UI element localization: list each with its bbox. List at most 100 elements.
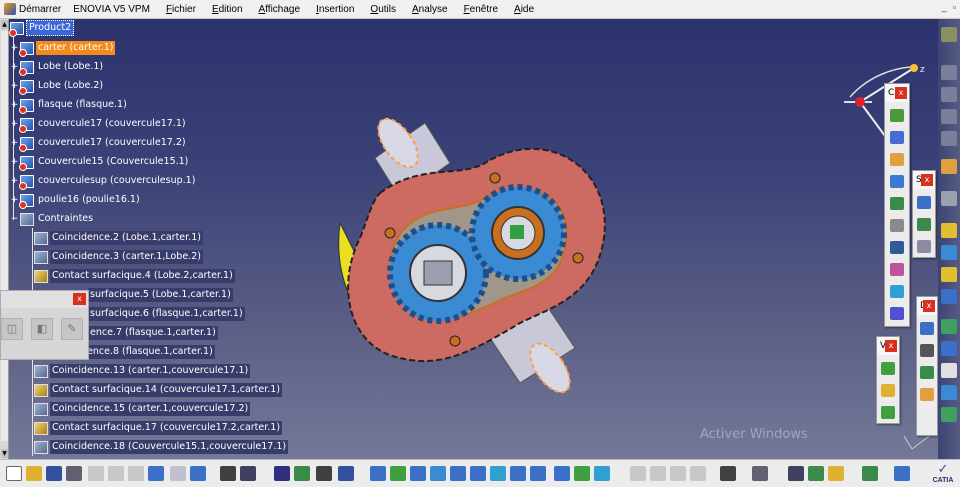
- tool-button[interactable]: [885, 194, 909, 213]
- tree-root-label[interactable]: Product2: [26, 20, 75, 36]
- tool-button[interactable]: [877, 381, 899, 400]
- tool-icon[interactable]: [941, 407, 957, 422]
- tool-icon[interactable]: [941, 341, 957, 356]
- tree-item-label[interactable]: surfacique.6 (flasque.1,carter.1): [88, 307, 245, 321]
- menu-outils[interactable]: Outils: [362, 0, 404, 19]
- tree-root[interactable]: Product2: [9, 20, 75, 37]
- tree-item-label[interactable]: ence.7 (flasque.1,carter.1): [88, 326, 218, 340]
- floating-toolbar[interactable]: x ◫ ◧ ✎: [0, 290, 89, 360]
- zoom-out-icon[interactable]: [470, 466, 486, 481]
- measure-icon[interactable]: [316, 466, 332, 481]
- tool-icon[interactable]: [650, 466, 666, 481]
- menu-enovia[interactable]: ENOVIA V5 VPM: [65, 0, 158, 19]
- tool-button[interactable]: [917, 385, 937, 404]
- tool-button[interactable]: [885, 128, 909, 147]
- zoom-in-icon[interactable]: [450, 466, 466, 481]
- tree-item-label[interactable]: couverculesup (couverculesup.1): [36, 174, 197, 188]
- menu-fenetre[interactable]: Fenêtre: [456, 0, 506, 19]
- tree-item-lobe-2[interactable]: + Lobe (Lobe.2): [10, 78, 105, 95]
- swap-space-icon[interactable]: [594, 466, 610, 481]
- tree-item-label[interactable]: Coincidence.3 (carter.1,Lobe.2): [50, 250, 203, 264]
- menu-edition[interactable]: Edition: [204, 0, 251, 19]
- tree-item-label[interactable]: Contact surfacique.4 (Lobe.2,carter.1): [50, 269, 235, 283]
- toolbar-panel-v[interactable]: V x: [876, 336, 900, 424]
- tree-item-couverculesup[interactable]: + couverculesup (couverculesup.1): [10, 173, 197, 190]
- gear-pump-model[interactable]: [320, 83, 620, 413]
- tree-item-poulie16[interactable]: + poulie16 (poulie16.1): [10, 192, 142, 209]
- help-icon[interactable]: [190, 466, 206, 481]
- open-folder-icon[interactable]: [26, 466, 42, 481]
- tool-button-icon[interactable]: ◧: [31, 318, 53, 340]
- copy-icon[interactable]: [108, 466, 124, 481]
- tool-icon[interactable]: [941, 385, 957, 400]
- fit-all-icon[interactable]: [390, 466, 406, 481]
- tree-item-label[interactable]: flasque (flasque.1): [36, 98, 129, 112]
- knowledge-icon[interactable]: [240, 466, 256, 481]
- expand-icon[interactable]: +: [10, 138, 19, 148]
- close-icon[interactable]: x: [923, 300, 935, 312]
- tree-item-constraint[interactable]: Coincidence.15 (carter.1,couvercule17.2): [34, 401, 251, 417]
- expand-icon[interactable]: +: [10, 100, 19, 110]
- close-icon[interactable]: x: [73, 293, 86, 305]
- toolbar-panel-c[interactable]: C x: [884, 83, 910, 327]
- tool-button[interactable]: [885, 238, 909, 257]
- tool-button[interactable]: [885, 282, 909, 301]
- tool-icon[interactable]: [941, 131, 957, 146]
- tool-button[interactable]: [877, 359, 899, 378]
- shading-icon[interactable]: [554, 466, 570, 481]
- expand-icon[interactable]: +: [10, 62, 19, 72]
- undo-icon[interactable]: [148, 466, 164, 481]
- tree-item-label[interactable]: poulie16 (poulie16.1): [36, 193, 142, 207]
- tool-icon[interactable]: [828, 466, 844, 481]
- tool-icon[interactable]: [862, 466, 878, 481]
- save-icon[interactable]: [46, 466, 62, 481]
- tool-icon[interactable]: [941, 245, 957, 260]
- menu-affichage[interactable]: Affichage: [251, 0, 309, 19]
- pan-icon[interactable]: [410, 466, 426, 481]
- tool-button[interactable]: [885, 150, 909, 169]
- tree-item-constraint[interactable]: Contact surfacique.14 (couvercule17.1,ca…: [34, 382, 283, 398]
- menu-fichier[interactable]: Fichier: [158, 0, 204, 19]
- axis-icon[interactable]: [338, 466, 354, 481]
- tree-item-label[interactable]: Lobe (Lobe.1): [36, 60, 105, 74]
- normal-view-icon[interactable]: [490, 466, 506, 481]
- tree-item-carter[interactable]: + carter (carter.1): [10, 40, 116, 57]
- new-document-icon[interactable]: [6, 466, 22, 481]
- expand-icon[interactable]: +: [10, 119, 19, 129]
- restore-icon[interactable]: ▫: [953, 2, 956, 12]
- toolbar-panel-s[interactable]: S x: [912, 170, 936, 258]
- start-button[interactable]: Démarrer: [0, 0, 65, 19]
- menu-analyse[interactable]: Analyse: [404, 0, 456, 19]
- tree-item-constraint[interactable]: Coincidence.3 (carter.1,Lobe.2): [34, 249, 203, 265]
- multi-view-icon[interactable]: [510, 466, 526, 481]
- tool-icon[interactable]: [941, 191, 957, 206]
- table-icon[interactable]: [274, 466, 290, 481]
- close-icon[interactable]: x: [895, 87, 907, 99]
- tree-item-constraint[interactable]: surfacique.6 (flasque.1,carter.1): [88, 306, 245, 322]
- tool-icon[interactable]: [941, 223, 957, 238]
- tree-item-label[interactable]: Coincidence.18 (Couvercule15.1,couvercul…: [50, 440, 289, 454]
- tool-button[interactable]: [877, 403, 899, 422]
- toolbar-panel-d[interactable]: D x: [916, 296, 938, 436]
- close-icon[interactable]: x: [885, 340, 897, 352]
- tool-button[interactable]: [885, 304, 909, 323]
- menu-insertion[interactable]: Insertion: [308, 0, 362, 19]
- tool-icon[interactable]: [941, 65, 957, 80]
- tree-item-label[interactable]: couvercule17 (couvercule17.2): [36, 136, 188, 150]
- tool-icon[interactable]: [752, 466, 768, 481]
- formula-icon[interactable]: [220, 466, 236, 481]
- tool-icon[interactable]: [941, 109, 957, 124]
- tree-item-label[interactable]: Contact surfacique.17 (couvercule17.2,ca…: [50, 421, 283, 435]
- tree-item-label[interactable]: Contact surfacique.14 (couvercule17.1,ca…: [50, 383, 283, 397]
- tool-icon[interactable]: [808, 466, 824, 481]
- tool-icon[interactable]: [630, 466, 646, 481]
- menu-aide[interactable]: Aide: [506, 0, 542, 19]
- tool-icon[interactable]: [941, 289, 957, 304]
- tool-icon[interactable]: [941, 159, 957, 174]
- expand-icon[interactable]: +: [10, 176, 19, 186]
- expand-icon[interactable]: +: [10, 157, 19, 167]
- tree-item-constraint[interactable]: Contact surfacique.17 (couvercule17.2,ca…: [34, 420, 283, 436]
- tool-button[interactable]: [917, 341, 937, 360]
- tree-item-constraint[interactable]: Coincidence.13 (carter.1,couvercule17.1): [34, 363, 251, 379]
- tree-item-couvercule15[interactable]: + Couvercule15 (Couvercule15.1): [10, 154, 190, 171]
